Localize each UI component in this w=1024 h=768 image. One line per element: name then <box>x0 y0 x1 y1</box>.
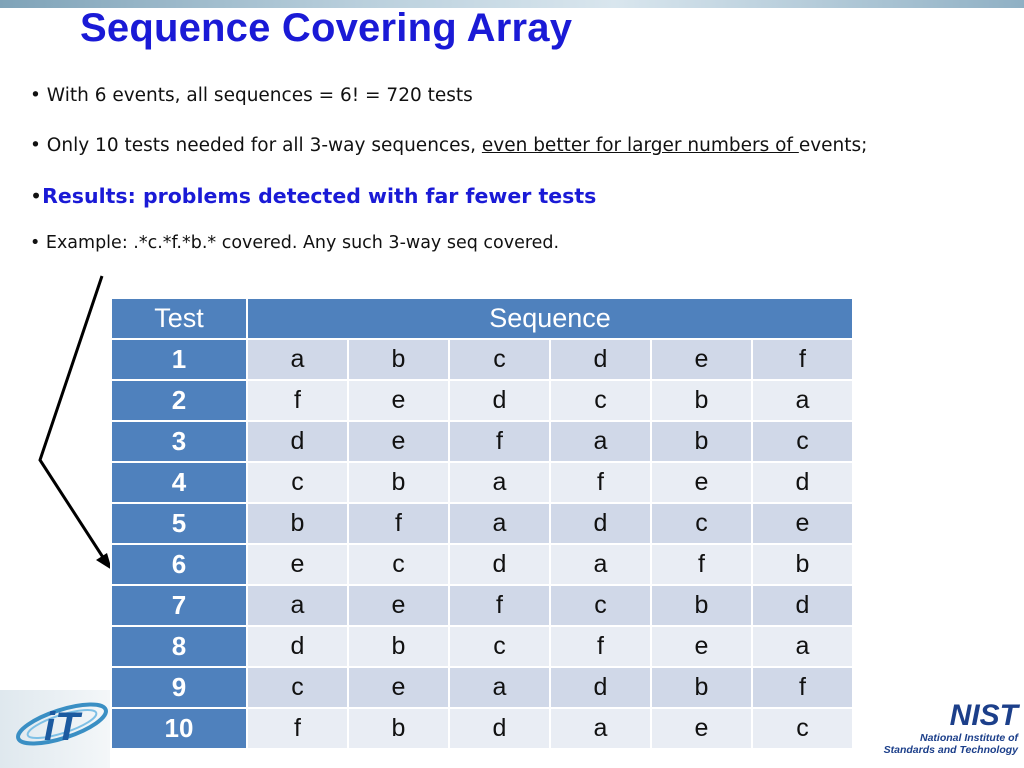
sequence-event-cell: c <box>549 379 652 422</box>
sequence-event-cell: d <box>549 502 652 545</box>
sequence-event-cell: f <box>751 338 854 381</box>
sequence-event-cell: f <box>751 666 854 709</box>
nist-wordmark: NIST <box>949 699 1018 732</box>
test-number-cell: 8 <box>110 625 248 668</box>
sequence-event-cell: c <box>448 338 551 381</box>
table-row: 5bfadce <box>110 502 854 545</box>
sequence-event-cell: a <box>246 338 349 381</box>
test-number-cell: 4 <box>110 461 248 504</box>
sequence-event-cell: a <box>751 625 854 668</box>
table-header-row: Test Sequence <box>110 297 854 340</box>
sequence-event-cell: f <box>549 461 652 504</box>
sequence-event-cell: f <box>246 379 349 422</box>
test-number-cell: 2 <box>110 379 248 422</box>
sequence-event-cell: a <box>448 666 551 709</box>
sequence-event-cell: c <box>246 666 349 709</box>
sequence-event-cell: c <box>448 625 551 668</box>
test-number-cell: 6 <box>110 543 248 586</box>
sequence-event-cell: b <box>246 502 349 545</box>
sequence-event-cell: d <box>751 461 854 504</box>
sequence-event-cell: b <box>650 584 753 627</box>
sequence-event-cell: c <box>751 707 854 750</box>
sequence-event-cell: f <box>347 502 450 545</box>
sequence-event-cell: a <box>549 707 652 750</box>
test-number-cell: 7 <box>110 584 248 627</box>
table-row: 4cbafed <box>110 461 854 504</box>
nist-logo: NIST National Institute of Standards and… <box>868 700 1024 768</box>
sequence-event-cell: c <box>549 584 652 627</box>
sequence-event-cell: b <box>347 707 450 750</box>
test-number-cell: 9 <box>110 666 248 709</box>
sequence-event-cell: f <box>246 707 349 750</box>
sequence-event-cell: c <box>751 420 854 463</box>
table-row: 1abcdef <box>110 338 854 381</box>
table-row: 10 f b d a e c <box>110 707 854 750</box>
sequence-event-cell: a <box>751 379 854 422</box>
sequence-event-cell: d <box>448 707 551 750</box>
sequence-event-cell: c <box>650 502 753 545</box>
nist-name-line2: Standards and Technology <box>883 744 1018 756</box>
sequence-event-cell: b <box>650 379 753 422</box>
sequence-event-cell: e <box>751 502 854 545</box>
sequence-event-cell: d <box>448 379 551 422</box>
sequence-event-cell: b <box>347 338 450 381</box>
sequence-event-cell: a <box>549 420 652 463</box>
test-number-cell: 1 <box>110 338 248 381</box>
arrow-line <box>38 275 108 563</box>
sequence-event-cell: b <box>650 420 753 463</box>
table-row: 2fedcba <box>110 379 854 422</box>
table-row: 7aefcbd <box>110 584 854 627</box>
sequence-event-cell: a <box>246 584 349 627</box>
sequence-event-cell: f <box>448 420 551 463</box>
sequence-event-cell: b <box>347 625 450 668</box>
sequence-event-cell: b <box>751 543 854 586</box>
test-number-cell: 3 <box>110 420 248 463</box>
svg-text:iT: iT <box>44 705 83 749</box>
table-row: 3defabc <box>110 420 854 463</box>
sequence-event-cell: f <box>650 543 753 586</box>
header-sequence: Sequence <box>246 297 854 340</box>
sequence-event-cell: b <box>347 461 450 504</box>
sequence-event-cell: a <box>549 543 652 586</box>
sequence-event-cell: a <box>448 461 551 504</box>
sequence-event-cell: f <box>549 625 652 668</box>
test-number-cell: 5 <box>110 502 248 545</box>
sequence-event-cell: c <box>246 461 349 504</box>
header-test: Test <box>110 297 248 340</box>
table-row: 6ecdafb <box>110 543 854 586</box>
table-row: 9ceadbf <box>110 666 854 709</box>
sequence-event-cell: e <box>246 543 349 586</box>
sequence-event-cell: e <box>650 461 753 504</box>
sequence-event-cell: c <box>347 543 450 586</box>
sequence-event-cell: d <box>751 584 854 627</box>
nist-name-line1: National Institute of <box>920 732 1018 744</box>
table-row: 8dbcfea <box>110 625 854 668</box>
sequence-event-cell: e <box>347 420 450 463</box>
sequence-event-cell: d <box>246 420 349 463</box>
sequence-table: Test Sequence 1abcdef2fedcba3defabc4cbaf… <box>110 297 854 750</box>
test-number-cell: 10 <box>110 707 248 750</box>
sequence-event-cell: e <box>650 338 753 381</box>
sequence-event-cell: e <box>347 666 450 709</box>
sequence-event-cell: e <box>347 584 450 627</box>
sequence-event-cell: e <box>650 625 753 668</box>
sequence-event-cell: d <box>246 625 349 668</box>
sequence-event-cell: f <box>448 584 551 627</box>
sequence-event-cell: d <box>549 666 652 709</box>
sequence-event-cell: e <box>347 379 450 422</box>
sequence-event-cell: a <box>448 502 551 545</box>
sequence-event-cell: d <box>549 338 652 381</box>
sequence-event-cell: e <box>650 707 753 750</box>
sequence-event-cell: b <box>650 666 753 709</box>
itl-logo: iT <box>0 690 110 768</box>
sequence-event-cell: d <box>448 543 551 586</box>
